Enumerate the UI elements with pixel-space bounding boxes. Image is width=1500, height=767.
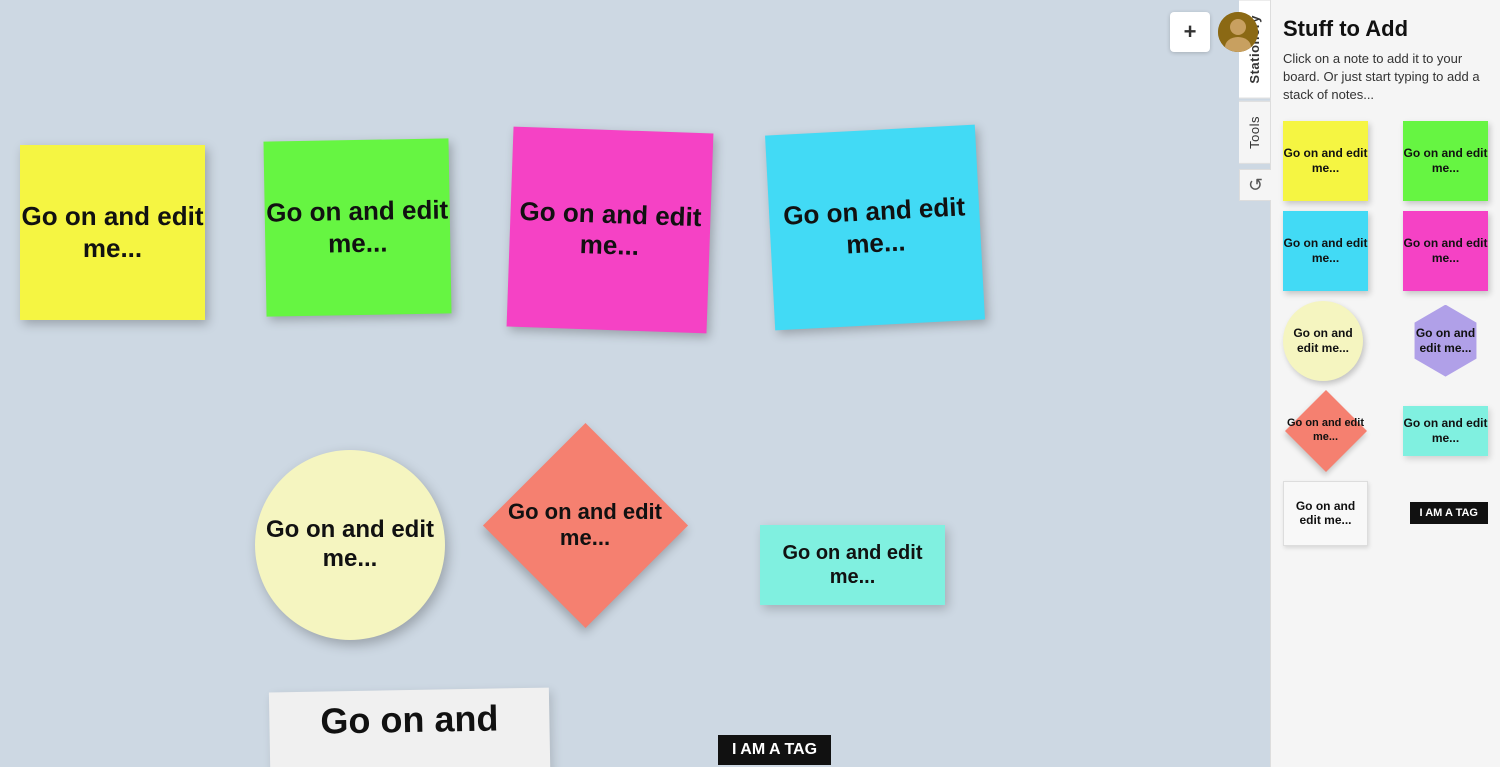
stat-circle-text: Go on and edit me... (1283, 326, 1363, 355)
stationery-row-3: Go on and edit me... Go on and edit me..… (1283, 301, 1488, 381)
note-green-text: Go on and edit me... (264, 195, 450, 261)
avatar[interactable] (1218, 12, 1258, 52)
stat-hexagon-text: Go on and edit me... (1410, 326, 1482, 355)
stat-tag[interactable]: I AM A TAG (1410, 502, 1488, 524)
stat-rect[interactable]: Go on and edit me... (1403, 406, 1488, 456)
canvas-tag[interactable]: I AM A TAG (718, 735, 831, 765)
stat-rect-text: Go on and edit me... (1403, 416, 1488, 445)
stat-white-text: Go on and edit me... (1284, 499, 1367, 528)
stat-item-green[interactable]: Go on and edit me... (1403, 121, 1488, 201)
stat-yellow-text: Go on and edit me... (1283, 146, 1368, 175)
stat-item-cyan[interactable]: Go on and edit me... (1283, 211, 1368, 291)
toolbar: + (1170, 12, 1258, 52)
tab-tools[interactable]: Tools (1239, 101, 1271, 164)
stat-item-white[interactable]: Go on and edit me... (1283, 481, 1368, 546)
stat-circle[interactable]: Go on and edit me... (1283, 301, 1363, 381)
stat-item-pink[interactable]: Go on and edit me... (1403, 211, 1488, 291)
note-yellow[interactable]: Go on and edit me... (20, 145, 205, 320)
stationery-row-1: Go on and edit me... Go on and edit me..… (1283, 121, 1488, 201)
stat-diamond-text: Go on and edit me... (1283, 417, 1368, 443)
stat-green[interactable]: Go on and edit me... (1403, 121, 1488, 201)
note-cyan-text: Go on and edit me... (769, 191, 982, 264)
stat-item-diamond[interactable]: Go on and edit me... (1283, 391, 1368, 471)
stat-diamond-wrapper: Go on and edit me... (1283, 391, 1368, 471)
note-diamond-text: Go on and edit me... (490, 499, 680, 552)
stat-hexagon-wrapper: Go on and edit me... (1403, 301, 1488, 381)
stat-cyan-text: Go on and edit me... (1283, 236, 1368, 265)
sidebar-title: Stuff to Add (1283, 16, 1488, 42)
note-rect-small[interactable]: Go on and edit me... (760, 525, 945, 605)
note-yellow-text: Go on and edit me... (20, 201, 205, 263)
note-rect-small-text: Go on and edit me... (760, 541, 945, 589)
stat-item-yellow[interactable]: Go on and edit me... (1283, 121, 1368, 201)
canvas-tag-text: I AM A TAG (732, 741, 817, 758)
note-circle[interactable]: Go on and edit me... (255, 450, 445, 640)
stat-tag-text: I AM A TAG (1420, 507, 1478, 519)
stat-item-circle[interactable]: Go on and edit me... (1283, 301, 1363, 381)
note-partial-text: Go on and (320, 696, 499, 742)
note-diamond-wrapper[interactable]: Go on and edit me... (490, 430, 680, 620)
stat-yellow[interactable]: Go on and edit me... (1283, 121, 1368, 201)
note-pink[interactable]: Go on and edit me... (507, 127, 714, 334)
stationery-row-5: Go on and edit me... I AM A TAG (1283, 481, 1488, 546)
sidebar: Stationery Tools ↺ Stuff to Add Click on… (1270, 0, 1500, 767)
undo-button[interactable]: ↺ (1239, 169, 1271, 201)
stationery-row-4: Go on and edit me... Go on and edit me..… (1283, 391, 1488, 471)
stat-item-rect-small[interactable]: Go on and edit me... (1403, 391, 1488, 471)
stat-cyan[interactable]: Go on and edit me... (1283, 211, 1368, 291)
stat-green-text: Go on and edit me... (1403, 146, 1488, 175)
canvas[interactable]: + Go on and edit me... Go on and edit me… (0, 0, 1270, 767)
sidebar-description: Click on a note to add it to your board.… (1283, 50, 1488, 105)
stat-white[interactable]: Go on and edit me... (1283, 481, 1368, 546)
note-cyan[interactable]: Go on and edit me... (765, 125, 985, 331)
stat-hexagon[interactable]: Go on and edit me... (1410, 305, 1482, 377)
note-green[interactable]: Go on and edit me... (263, 138, 451, 316)
stat-pink[interactable]: Go on and edit me... (1403, 211, 1488, 291)
stationery-row-2: Go on and edit me... Go on and edit me..… (1283, 211, 1488, 291)
add-button[interactable]: + (1170, 12, 1210, 52)
stat-item-tag[interactable]: I AM A TAG (1410, 481, 1488, 546)
sidebar-content: Stuff to Add Click on a note to add it t… (1271, 0, 1500, 767)
note-circle-text: Go on and edit me... (255, 516, 445, 574)
note-partial[interactable]: Go on and (269, 688, 551, 767)
note-pink-text: Go on and edit me... (509, 195, 711, 264)
stat-item-hexagon[interactable]: Go on and edit me... (1403, 301, 1488, 381)
stat-pink-text: Go on and edit me... (1403, 236, 1488, 265)
